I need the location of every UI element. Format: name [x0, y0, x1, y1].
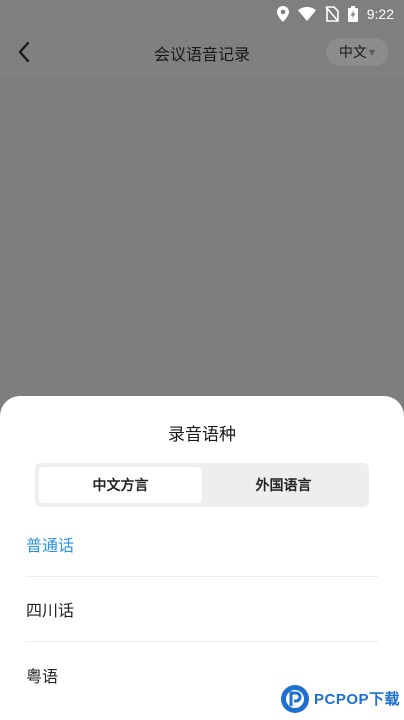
language-type-tabs: 中文方言 外国语言: [35, 463, 369, 507]
status-time: 9:22: [366, 6, 394, 22]
caret-down-icon: ▼: [368, 47, 376, 57]
watermark: PCPOP下载: [280, 684, 400, 714]
language-dropdown[interactable]: 中文 ▼: [326, 38, 388, 66]
tab-foreign-languages[interactable]: 外国语言: [202, 467, 365, 503]
wifi-icon: [297, 7, 316, 21]
pcpop-logo-icon: [280, 685, 309, 713]
sheet-title: 录音语种: [168, 425, 236, 445]
status-icons: 9:22: [276, 4, 394, 24]
option-mandarin[interactable]: 普通话: [26, 512, 378, 577]
battery-charging-icon: [347, 6, 358, 22]
watermark-text: PCPOP下载: [313, 690, 400, 708]
tab-chinese-dialects[interactable]: 中文方言: [39, 467, 202, 503]
no-sim-icon: [325, 6, 339, 22]
app-header: 会议语音记录 中文 ▼: [0, 28, 404, 76]
language-dropdown-label: 中文: [338, 45, 367, 61]
option-sichuanese[interactable]: 四川话: [26, 577, 378, 642]
status-bar: 9:22: [0, 0, 404, 28]
location-pin-icon: [276, 6, 289, 22]
language-option-list: 普通话 四川话 粤语: [0, 512, 404, 707]
